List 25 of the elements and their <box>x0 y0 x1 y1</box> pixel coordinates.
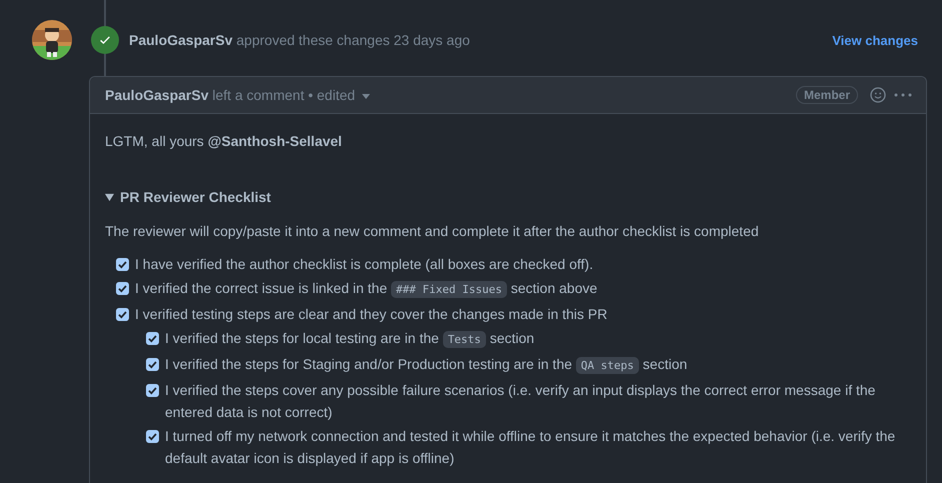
checklist-item-text: I verified the correct issue is linked in the ### Fixed Issues section above <box>135 279 598 300</box>
checkbox[interactable] <box>146 384 159 397</box>
checkbox[interactable] <box>116 282 129 295</box>
role-label: Member <box>796 86 858 104</box>
details-summary[interactable]: PR Reviewer Checklist <box>120 189 271 205</box>
smiley-icon[interactable] <box>870 87 886 103</box>
triangle-icon[interactable] <box>105 192 114 202</box>
checklist-item-text: I verified the steps cover any possible failure scenarios (i.e. verify an input displays the correct error message if the entered data is not correct) <box>165 381 876 422</box>
intro-text: The reviewer will copy/paste it into a new comment and complete it after the author checklist is completed <box>105 222 760 241</box>
checkbox[interactable] <box>116 258 129 271</box>
comment-meta: PauloGasparSv left a comment • edited <box>105 87 356 103</box>
checklist-item-text: I verified the steps for Staging and/or Production testing are in the QA steps section <box>165 355 688 376</box>
checklist-item-text: I have verified the author checklist is complete (all boxes are checked off). <box>135 255 594 274</box>
more-icon[interactable] <box>894 93 912 97</box>
view-changes-link[interactable]: View changes <box>832 32 918 48</box>
review-summary: PauloGasparSv approved these changes 23 days ago <box>129 32 470 48</box>
caret-icon[interactable] <box>362 94 370 98</box>
checkbox[interactable] <box>146 332 159 345</box>
checklist-item-text: I verified testing steps are clear and they cover the changes made in this PR <box>135 305 608 324</box>
checkbox[interactable] <box>146 358 159 371</box>
checkbox[interactable] <box>146 430 159 443</box>
checklist-item-text: I turned off my network connection and tested it while offline to ensure it matches the expected behavior (i.e. verify the default avatar icon is displayed if app is offline) <box>165 427 896 468</box>
checkbox[interactable] <box>116 308 129 321</box>
checklist-item-text: I verified the steps for local testing are in the Tests section <box>165 329 534 350</box>
comment-text: LGTM, all yours @Santhosh-Sellavel <box>105 132 343 151</box>
